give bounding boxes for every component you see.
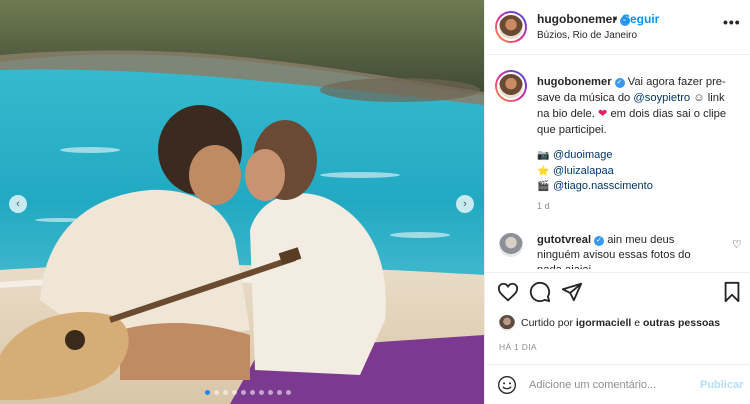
commenter-avatar[interactable] <box>499 233 523 257</box>
liked-by: Curtido por igormaciell e outras pessoas <box>499 315 720 331</box>
previous-slide-button[interactable]: ‹ <box>9 195 27 213</box>
caption-username[interactable]: hugobonemer <box>537 76 612 88</box>
caption-timestamp: 1 d <box>537 201 550 211</box>
clapperboard-icon: 🎬 <box>537 181 550 192</box>
more-options-icon[interactable]: ••• <box>723 14 741 30</box>
speech-bubble-icon <box>529 281 551 303</box>
comment-input[interactable] <box>529 379 689 391</box>
chevron-left-icon: ‹ <box>16 198 20 210</box>
liker-avatar[interactable] <box>499 315 515 331</box>
post-side-panel: hugobonemer ✓ • Seguir Búzios, Rio de Jan… <box>484 0 750 404</box>
post-actions-bar <box>485 272 750 312</box>
comment-text: gutotvreal ✓ ain meu deus ninguém avisou … <box>537 234 691 269</box>
carousel-dot <box>286 390 291 395</box>
caption-text: hugobonemer ✓ Vai agora fazer pre-save da… <box>537 76 727 136</box>
credit-row: 📷 @duoimage <box>537 148 653 164</box>
red-heart-icon: ❤ <box>597 108 608 120</box>
commenter-username[interactable]: gutotvreal <box>537 234 591 246</box>
publish-button[interactable]: Publicar <box>700 379 743 391</box>
credit-mention[interactable]: @luizalapaa <box>553 164 614 180</box>
like-button[interactable] <box>497 281 521 305</box>
carousel-dot-active <box>205 390 210 395</box>
post-location[interactable]: Búzios, Rio de Janeiro <box>537 30 637 41</box>
mention-link[interactable]: @soypietro <box>633 92 690 104</box>
carousel-dot <box>214 390 219 395</box>
credit-row: ⭐ @luizalapaa <box>537 164 653 180</box>
beach-photo-illustration <box>0 0 484 404</box>
bookmark-icon <box>724 281 740 303</box>
save-button[interactable] <box>721 281 745 305</box>
carousel-dot <box>268 390 273 395</box>
carousel-dot <box>259 390 264 395</box>
post-caption: hugobonemer ✓ Vai agora fazer pre-save da… <box>485 56 750 221</box>
star-icon: ⭐ <box>537 165 550 177</box>
others-likes-link[interactable]: outras pessoas <box>643 317 720 329</box>
post-photo[interactable]: ‹ › <box>0 0 484 404</box>
caption-credits: 📷 @duoimage ⭐ @luizalapaa 🎬 @tiago.nassc… <box>537 148 653 195</box>
verified-badge-icon: ✓ <box>614 78 625 88</box>
credit-mention[interactable]: @duoimage <box>553 148 612 164</box>
camera-icon: 📷 <box>537 150 550 161</box>
comment-button[interactable] <box>529 281 553 305</box>
carousel-dot <box>223 390 228 395</box>
emoji-icon[interactable] <box>497 375 517 395</box>
liker-username[interactable]: igormaciell <box>576 317 631 329</box>
author-avatar[interactable] <box>495 11 527 43</box>
like-comment-heart-icon[interactable]: ♡ <box>732 238 742 251</box>
credit-row: 🎬 @tiago.nasscimento <box>537 179 653 195</box>
verified-badge-icon: ✓ <box>594 236 605 246</box>
carousel-dot <box>232 390 237 395</box>
caption-author-avatar[interactable] <box>495 70 527 102</box>
chevron-right-icon: › <box>463 198 467 210</box>
add-comment-bar: Publicar <box>485 364 750 404</box>
author-username[interactable]: hugobonemer <box>537 12 617 26</box>
next-slide-button[interactable]: › <box>456 195 474 213</box>
separator-dot: • <box>613 12 618 26</box>
post-timestamp[interactable]: HÁ 1 DIA <box>499 342 537 352</box>
paper-plane-icon <box>561 282 583 302</box>
carousel-dot <box>250 390 255 395</box>
credit-mention[interactable]: @tiago.nasscimento <box>553 179 653 195</box>
carousel-dot <box>241 390 246 395</box>
carousel-dots <box>205 390 291 395</box>
post-header: hugobonemer ✓ • Seguir Búzios, Rio de Jan… <box>485 0 750 55</box>
share-button[interactable] <box>561 281 585 305</box>
carousel-dot <box>277 390 282 395</box>
follow-button[interactable]: Seguir <box>622 12 659 26</box>
comment-item: gutotvreal ✓ ain meu deus ninguém avisou … <box>485 225 750 271</box>
heart-icon <box>497 282 519 302</box>
